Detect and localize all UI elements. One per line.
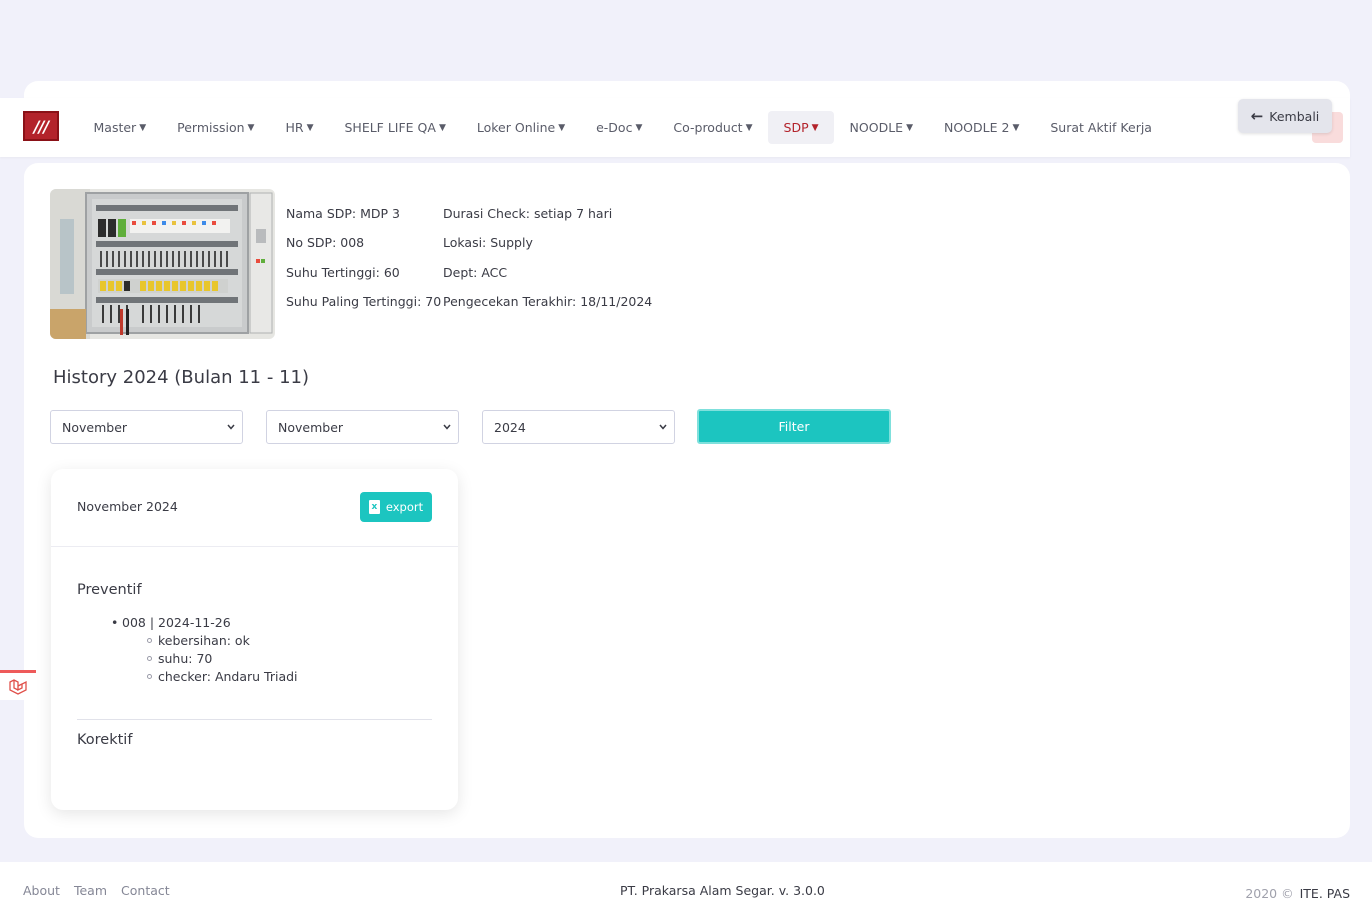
section-divider — [77, 719, 432, 720]
sdp-max-temp: Suhu Tertinggi: 60 — [286, 264, 400, 280]
footer-link-about[interactable]: About — [23, 883, 60, 898]
caret-down-icon: ▼ — [635, 122, 643, 133]
nav-item-label: Master — [93, 120, 137, 135]
sdp-location: Lokasi: Supply — [443, 235, 533, 251]
chevron-down-icon — [227, 424, 235, 430]
preventif-detail: suhu: 70 — [147, 651, 212, 666]
sdp-info-right: Durasi Check: setiap 7 hari Lokasi: Supp… — [443, 206, 652, 323]
circle-bullet-icon — [147, 638, 152, 643]
footer-link-contact[interactable]: Contact — [121, 883, 170, 898]
sdp-panel-photo — [50, 189, 275, 339]
back-button[interactable]: ← Kembali — [1238, 99, 1332, 133]
nav-item-label: e-Doc — [596, 120, 633, 135]
footer-link-team[interactable]: Team — [74, 883, 107, 898]
caret-down-icon: ▼ — [558, 122, 566, 133]
year-value: 2024 — [494, 419, 526, 435]
excel-file-icon: x — [368, 500, 380, 514]
caret-down-icon: ▼ — [247, 122, 255, 133]
nav-item-master[interactable]: Master ▼ — [78, 111, 162, 144]
caret-down-icon: ▼ — [745, 122, 753, 133]
bullet-icon: • — [111, 615, 119, 630]
sdp-number: No SDP: 008 — [286, 235, 365, 251]
month-to-value: November — [278, 419, 344, 435]
nav-item-shelf-life-qa[interactable]: SHELF LIFE QA ▼ — [329, 111, 461, 144]
caret-down-icon: ▼ — [1012, 122, 1020, 133]
top-navbar: /// Master ▼ Permission ▼ HR ▼ SHELF LIFE QA ▼ L… — [0, 98, 1350, 157]
month-from-select[interactable]: November — [50, 410, 243, 444]
sdp-name: Nama SDP: MDP 3 — [286, 206, 400, 221]
preventif-entry-text: 008 | 2024-11-26 — [122, 615, 231, 630]
sdp-check-duration: Durasi Check: setiap 7 hari — [443, 206, 613, 221]
footer-company: PT. Prakarsa Alam Segar. v. 3.0.0 — [620, 883, 825, 898]
nav-item-sdp[interactable]: SDP ▼ — [768, 111, 835, 144]
detail-temperature: suhu: 70 — [158, 651, 213, 666]
nav-item-label: Loker Online — [476, 120, 556, 135]
month-history-card: November 2024 x export Preventif • 008 | … — [51, 469, 458, 810]
arrow-left-icon: ← — [1250, 107, 1264, 125]
korektif-title: Korektif — [77, 732, 133, 748]
caret-down-icon: ▼ — [306, 122, 314, 133]
nav-item-label: SHELF LIFE QA — [344, 120, 436, 135]
nav-item-co-product[interactable]: Co-product ▼ — [658, 111, 768, 144]
circle-bullet-icon — [147, 674, 152, 679]
nav-item-noodle-2[interactable]: NOODLE 2 ▼ — [928, 111, 1034, 144]
nav-item-label: Co-product — [673, 120, 743, 135]
nav-item-label: Permission — [177, 120, 245, 135]
detail-checker: checker: Andaru Triadi — [158, 669, 298, 684]
history-title: History 2024 (Bulan 11 - 11) — [53, 367, 309, 388]
filter-button[interactable]: Filter — [697, 409, 891, 444]
caret-down-icon: ▼ — [906, 122, 913, 133]
preventif-detail: kebersihan: ok — [147, 633, 250, 648]
detail-cleanliness: kebersihan: ok — [158, 633, 250, 648]
nav-item-loker-online[interactable]: Loker Online ▼ — [461, 111, 580, 144]
nav-item-label: NOODLE 2 — [943, 120, 1010, 135]
nav-item-label: Surat Aktif Kerja — [1050, 120, 1152, 135]
nav-item-label: HR — [285, 120, 304, 135]
month-to-select[interactable]: November — [266, 410, 459, 444]
nav-item-surat-aktif-kerja[interactable]: Surat Aktif Kerja — [1035, 111, 1168, 144]
sdp-last-check: Pengecekan Terakhir: 18/11/2024 — [443, 293, 653, 309]
footer: About Team Contact PT. Prakarsa Alam Seg… — [0, 862, 1372, 920]
filter-button-label: Filter — [778, 419, 810, 434]
sdp-highest-temp: Suhu Paling Tertinggi: 70 — [286, 293, 442, 309]
caret-down-icon: ▼ — [139, 122, 147, 133]
month-card-header: November 2024 x export — [51, 469, 458, 547]
nav-menu: Master ▼ Permission ▼ HR ▼ SHELF LIFE QA ▼ Loker… — [78, 111, 1167, 144]
caret-down-icon: ▼ — [811, 122, 819, 133]
caret-down-icon: ▼ — [438, 122, 446, 133]
nav-item-label: NOODLE — [849, 120, 904, 135]
chevron-down-icon — [443, 424, 451, 430]
sdp-info-left: Nama SDP: MDP 3 No SDP: 008 Suhu Terting… — [286, 206, 441, 323]
month-card-title: November 2024 — [77, 499, 178, 514]
nav-item-permission[interactable]: Permission ▼ — [162, 111, 270, 144]
back-button-label: Kembali — [1269, 108, 1320, 124]
month-from-value: November — [62, 419, 128, 435]
export-button[interactable]: x export — [360, 492, 432, 522]
laravel-icon — [9, 678, 27, 695]
chevron-down-icon — [659, 424, 667, 430]
nav-item-noodle[interactable]: NOODLE ▼ — [834, 111, 928, 144]
footer-links: About Team Contact — [23, 883, 170, 898]
footer-copyright: 2020 © ITE. PAS — [1245, 883, 1350, 902]
nav-item-hr[interactable]: HR ▼ — [270, 111, 329, 144]
brand-logo-text: /// — [33, 116, 50, 136]
preventif-detail: checker: Andaru Triadi — [147, 669, 298, 684]
nav-item-label: SDP — [783, 120, 809, 135]
footer-owner: ITE. PAS — [1299, 886, 1350, 901]
circle-bullet-icon — [147, 656, 152, 661]
preventif-entry: • 008 | 2024-11-26 — [111, 615, 231, 630]
footer-year: 2020 © — [1245, 886, 1294, 901]
preventif-title: Preventif — [77, 582, 142, 598]
debugbar-tab[interactable] — [0, 670, 36, 700]
year-select[interactable]: 2024 — [482, 410, 675, 444]
export-button-label: export — [385, 500, 424, 514]
nav-item-e-doc[interactable]: e-Doc ▼ — [581, 111, 658, 144]
brand-logo[interactable]: /// — [23, 111, 59, 141]
sdp-dept: Dept: ACC — [443, 264, 508, 280]
